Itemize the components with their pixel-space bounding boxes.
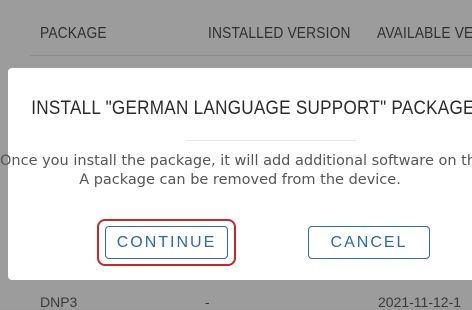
table-header: PACKAGE INSTALLED VERSION AVAILABLE VER [0, 0, 472, 66]
header-divider [30, 55, 472, 56]
dialog-message-line-2: A package can be removed from the device… [79, 172, 401, 188]
cancel-button[interactable]: CANCEL [308, 226, 430, 259]
dialog-divider [186, 140, 356, 141]
install-confirm-dialog: INSTALL "GERMAN LANGUAGE SUPPORT" PACKAG… [0, 68, 472, 280]
dialog-title: INSTALL "GERMAN LANGUAGE SUPPORT" PACKAG… [31, 98, 472, 119]
column-header-available-version[interactable]: AVAILABLE VER [377, 25, 472, 43]
column-header-installed-version[interactable]: INSTALLED VERSION [208, 25, 351, 43]
continue-button[interactable]: CONTINUE [105, 226, 228, 259]
dialog-message: Once you install the package, it will ad… [0, 152, 472, 190]
table-row: DNP3 - 2021-11-12-1 [0, 294, 472, 310]
column-header-package[interactable]: PACKAGE [40, 25, 107, 43]
dialog-message-line-1: Once you install the package, it will ad… [0, 153, 472, 169]
